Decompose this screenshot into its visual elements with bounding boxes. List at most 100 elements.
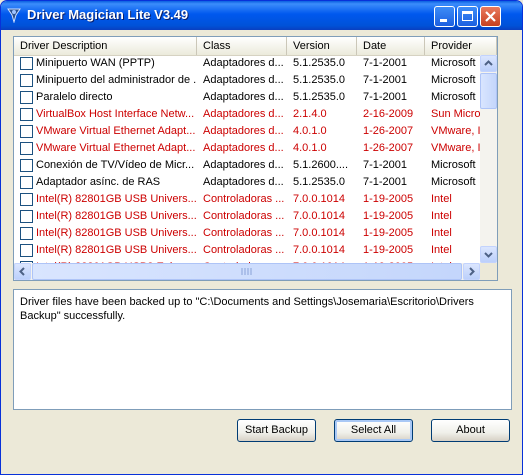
- scroll-up-button[interactable]: [480, 55, 497, 72]
- cell-cls: Adaptadores d...: [203, 142, 284, 154]
- grip-icon: [241, 268, 252, 275]
- table-row[interactable]: VMware Virtual Ethernet Adapt... Adaptado…: [14, 123, 480, 140]
- vertical-scrollbar[interactable]: [480, 55, 497, 263]
- cell-date: 1-19-2005: [363, 227, 414, 239]
- cell-prov: Sun Microsys: [431, 108, 480, 120]
- cell-prov: VMware, Inc.: [431, 142, 480, 154]
- scrollbar-corner: [480, 263, 497, 280]
- cell-ver: 7.0.0.1014: [293, 210, 345, 222]
- cell-cls: Adaptadores d...: [203, 125, 284, 137]
- cell-desc: Adaptador asínc. de RAS: [36, 176, 161, 188]
- cell-ver: 2.1.4.0: [293, 108, 327, 120]
- cell-ver: 5.1.2600....: [293, 159, 349, 171]
- cell-ver: 5.1.2535.0: [293, 74, 345, 86]
- select-all-button[interactable]: Select All: [334, 419, 413, 442]
- cell-desc: Minipuerto WAN (PPTP): [36, 57, 155, 69]
- arrow-left-icon: [19, 267, 25, 276]
- cell-ver: 7.0.0.1014: [293, 227, 345, 239]
- table-row[interactable]: VirtualBox Host Interface Netw... Adaptad…: [14, 106, 480, 123]
- minimize-icon: [440, 19, 447, 22]
- cell-prov: Intel: [431, 244, 452, 256]
- list-header: Driver Description Class Version Date Pr…: [14, 37, 497, 56]
- cell-prov: Microsoft: [431, 91, 476, 103]
- cell-cls: Controladoras ...: [203, 244, 285, 256]
- arrow-down-icon: [484, 252, 493, 258]
- column-header-driver-description[interactable]: Driver Description: [14, 37, 197, 55]
- cell-desc: Conexión de TV/Vídeo de Micr...: [36, 159, 195, 171]
- arrow-up-icon: [484, 60, 493, 66]
- cell-desc: VirtualBox Host Interface Netw...: [36, 108, 195, 120]
- maximize-button[interactable]: [457, 6, 478, 27]
- table-row[interactable]: Minipuerto WAN (PPTP) Adaptadores d... 5.1…: [14, 55, 480, 72]
- cell-ver: 7.0.0.1014: [293, 244, 345, 256]
- close-icon: [485, 11, 496, 22]
- cell-cls: Controladoras ...: [203, 193, 285, 205]
- cell-desc: Intel(R) 82801GB USB Univers...: [36, 244, 197, 256]
- minimize-button[interactable]: [434, 6, 455, 27]
- cell-cls: Adaptadores d...: [203, 159, 284, 171]
- scroll-left-button[interactable]: [14, 263, 31, 280]
- cell-desc: Minipuerto del administrador de ...: [36, 74, 197, 86]
- cell-ver: 7.0.0.1014: [293, 193, 345, 205]
- horizontal-scroll-thumb[interactable]: [32, 263, 462, 280]
- cell-date: 1-26-2007: [363, 142, 414, 154]
- log-textbox[interactable]: Driver files have been backed up to "C:\…: [13, 289, 512, 410]
- cell-cls: Adaptadores d...: [203, 176, 284, 188]
- scroll-down-button[interactable]: [480, 246, 497, 263]
- cell-date: 1-26-2007: [363, 125, 414, 137]
- cell-desc: Intel(R) 82801GB USB Univers...: [36, 210, 197, 222]
- table-row[interactable]: Intel(R) 82801GB USB Univers... Controlad…: [14, 225, 480, 242]
- app-icon: [7, 8, 21, 23]
- table-row[interactable]: Minipuerto del administrador de ... Adapt…: [14, 72, 480, 89]
- cell-desc: Paralelo directo: [36, 91, 113, 103]
- close-button[interactable]: [480, 6, 501, 27]
- window-title: Driver Magician Lite V3.49: [27, 7, 189, 22]
- cell-date: 7-1-2001: [363, 176, 408, 188]
- table-row[interactable]: Paralelo directo Adaptadores d... 5.1.2535…: [14, 89, 480, 106]
- column-header-provider[interactable]: Provider: [425, 37, 497, 55]
- cell-desc: Intel(R) 82801GB USB Univers...: [36, 193, 197, 205]
- vertical-scroll-thumb[interactable]: [480, 73, 497, 109]
- cell-cls: Adaptadores d...: [203, 91, 284, 103]
- cell-prov: Microsoft: [431, 57, 476, 69]
- cell-cls: Controladoras ...: [203, 210, 285, 222]
- table-row[interactable]: Intel(R) 82801GB USB Univers... Controlad…: [14, 242, 480, 259]
- cell-ver: 5.1.2535.0: [293, 57, 345, 69]
- cell-desc: VMware Virtual Ethernet Adapt...: [36, 125, 196, 137]
- cell-ver: 4.0.1.0: [293, 142, 327, 154]
- cell-date: 1-19-2005: [363, 210, 414, 222]
- column-header-class[interactable]: Class: [197, 37, 287, 55]
- table-row[interactable]: Intel(R) 82801GB USB Univers... Controlad…: [14, 208, 480, 225]
- maximize-icon: [462, 11, 473, 21]
- main-window: Driver Magician Lite V3.49 Driver Descri…: [0, 0, 523, 475]
- start-backup-button[interactable]: Start Backup: [237, 419, 316, 442]
- cell-prov: Microsoft: [431, 74, 476, 86]
- table-row[interactable]: Intel(R) 82801GB USB Univers... Controlad…: [14, 191, 480, 208]
- cell-prov: Intel: [431, 227, 452, 239]
- about-button[interactable]: About: [431, 419, 510, 442]
- cell-desc: Intel(R) 82801GB USB Univers...: [36, 227, 197, 239]
- cell-date: 7-1-2001: [363, 57, 408, 69]
- horizontal-scrollbar[interactable]: [14, 263, 480, 280]
- table-row[interactable]: Adaptador asínc. de RAS Adaptadores d... 5…: [14, 174, 480, 191]
- cell-date: 7-1-2001: [363, 91, 408, 103]
- cell-date: 1-19-2005: [363, 193, 414, 205]
- cell-prov: Intel: [431, 193, 452, 205]
- cell-date: 2-16-2009: [363, 108, 414, 120]
- title-bar[interactable]: Driver Magician Lite V3.49: [1, 1, 522, 30]
- cell-cls: Controladoras ...: [203, 227, 285, 239]
- cell-ver: 5.1.2535.0: [293, 91, 345, 103]
- table-row[interactable]: Conexión de TV/Vídeo de Micr... Adaptador…: [14, 157, 480, 174]
- scroll-right-button[interactable]: [463, 263, 480, 280]
- driver-list[interactable]: Driver Description Class Version Date Pr…: [13, 36, 498, 281]
- list-rows: Minipuerto WAN (PPTP) Adaptadores d... 5.1…: [14, 55, 480, 263]
- table-row[interactable]: VMware Virtual Ethernet Adapt... Adaptado…: [14, 140, 480, 157]
- cell-date: 7-1-2001: [363, 74, 408, 86]
- cell-date: 1-19-2005: [363, 244, 414, 256]
- cell-cls: Adaptadores d...: [203, 108, 284, 120]
- column-header-date[interactable]: Date: [357, 37, 425, 55]
- cell-date: 7-1-2001: [363, 159, 408, 171]
- column-header-version[interactable]: Version: [287, 37, 357, 55]
- arrow-right-icon: [469, 267, 475, 276]
- cell-cls: Adaptadores d...: [203, 74, 284, 86]
